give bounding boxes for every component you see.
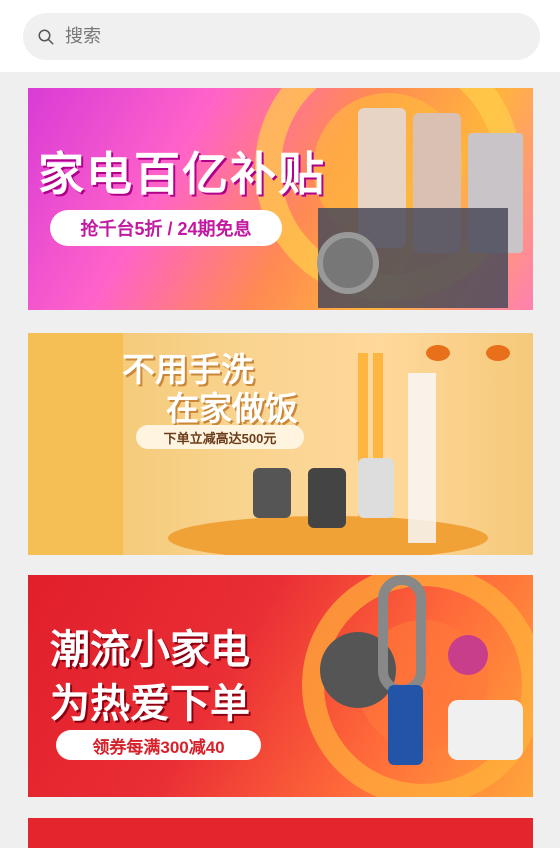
banner-cooking[interactable]: 不用手洗 在家做饭 下单立减高达500元 xyxy=(28,333,533,555)
search-icon xyxy=(38,29,54,44)
search-bar[interactable] xyxy=(23,13,540,60)
banner-appliance-subsidy[interactable]: 家电百亿补贴 抢千台5折 / 24期免息 xyxy=(28,88,533,310)
banner-2-title-line2: 在家做饭 xyxy=(166,390,298,427)
banner-2-promo: 下单立减高达500元 xyxy=(136,425,304,449)
banner-3-title-line1: 潮流小家电 xyxy=(50,628,250,672)
search-input[interactable] xyxy=(63,25,487,48)
top-bar xyxy=(0,0,560,72)
banner-1-title: 家电百亿补贴 xyxy=(38,148,326,200)
banner-3-promo: 领券每满300减40 xyxy=(56,730,261,760)
banner-small-appliances[interactable]: 潮流小家电 为热爱下单 领券每满300减40 xyxy=(28,575,533,797)
banner-3-title-line2: 为热爱下单 xyxy=(50,682,250,726)
banner-1-promo: 抢千台5折 / 24期免息 xyxy=(50,210,282,246)
banner-partial[interactable] xyxy=(28,818,533,848)
